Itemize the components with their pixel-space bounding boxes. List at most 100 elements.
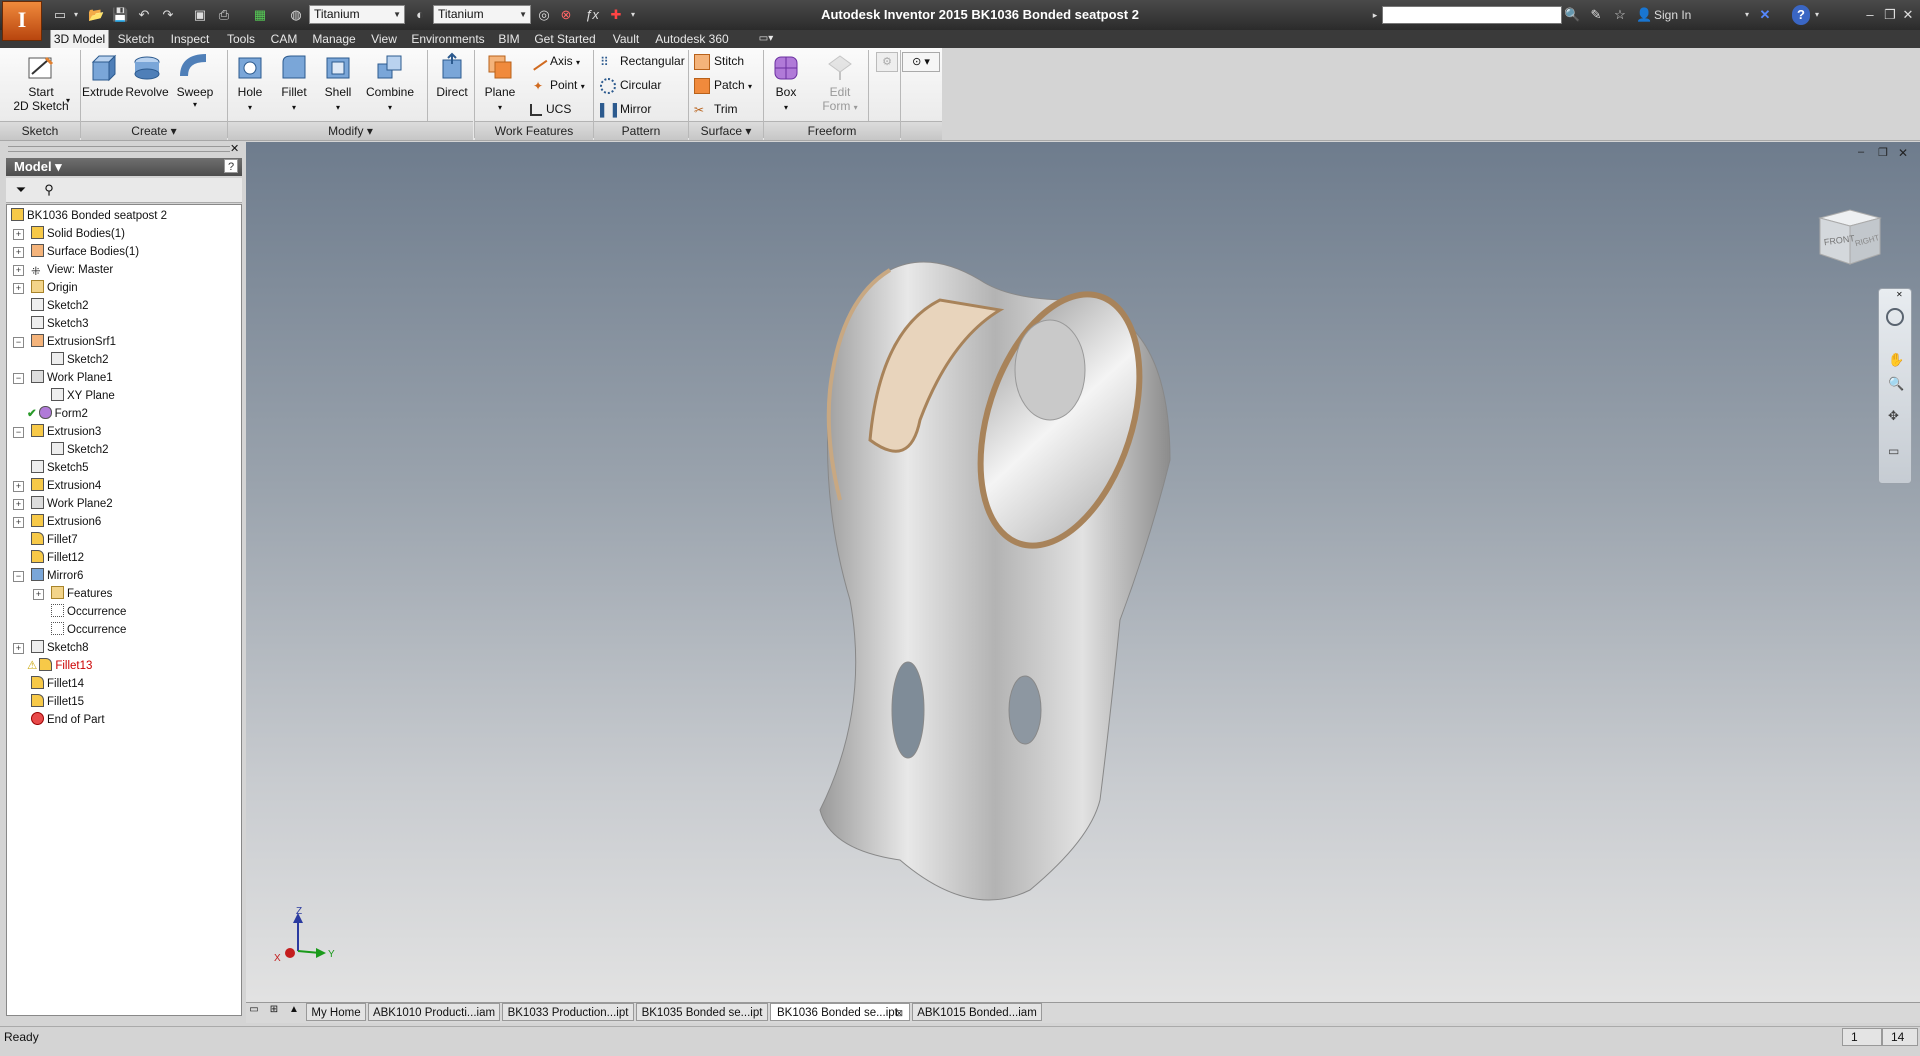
ucs-button[interactable]: UCS [530, 99, 596, 119]
tree-node-view-master[interactable]: ⁜ View: Master [31, 261, 113, 279]
tree-node-occurrence[interactable]: Occurrence [51, 603, 126, 621]
viewcube[interactable]: FRONT RIGHT [1812, 194, 1888, 270]
help-dropdown-icon[interactable]: ▾ [1812, 5, 1822, 25]
tree-node-xy-plane[interactable]: XY Plane [51, 387, 115, 405]
browser-header[interactable]: Model ▾ [6, 158, 242, 176]
sign-in-dropdown-icon[interactable]: ▾ [1742, 5, 1752, 25]
direct-edit-button[interactable]: Direct [432, 50, 472, 116]
exchange-apps-icon[interactable]: ✕ [1756, 5, 1774, 25]
expand-icon[interactable]: + [13, 283, 24, 294]
axis-button[interactable]: Axis ▾ [528, 51, 596, 71]
expand-icon[interactable]: + [33, 589, 44, 600]
tree-node-mirror[interactable]: Mirror6 [31, 567, 83, 585]
close-tab-icon[interactable]: ⊠ [895, 1004, 903, 1022]
find-binoculars-icon[interactable]: ⚲ [40, 181, 58, 199]
update-icon[interactable]: ▣ [192, 5, 208, 25]
fx-parameters-icon[interactable]: ƒx [584, 5, 600, 25]
tab-bim[interactable]: BIM [494, 30, 524, 48]
orbit-icon[interactable]: ✥ [1888, 408, 1899, 424]
restore-icon[interactable]: ❐ [1882, 5, 1898, 25]
tree-node-sketch[interactable]: Sketch2 [51, 441, 109, 459]
mirror-button[interactable]: ▌▐ Mirror [600, 99, 686, 119]
subscription-icon[interactable]: ✎ [1588, 5, 1604, 25]
navbar-close-icon[interactable]: ✕ [1896, 290, 1903, 299]
collapse-icon[interactable]: − [13, 373, 24, 384]
panel-create-header[interactable]: Create ▾ [81, 121, 227, 140]
viewport-restore-icon[interactable]: ❐ [1878, 146, 1888, 159]
appearance-icon[interactable]: ◐ [412, 5, 428, 25]
convert-icon[interactable]: ⚙ [876, 52, 898, 72]
viewport-minimize-icon[interactable]: – [1858, 146, 1864, 158]
freeform-box-button[interactable]: Box ▾ [766, 50, 806, 116]
create-more-dropdown-icon[interactable]: ▾ [193, 100, 197, 109]
zoom-icon[interactable]: 🔍 [1888, 376, 1904, 392]
tab-get-started[interactable]: Get Started [532, 30, 598, 48]
tree-node-fillet[interactable]: Fillet14 [31, 675, 84, 693]
panel-options-dropdown-icon[interactable]: ⊙ ▾ [902, 52, 940, 72]
extrude-button[interactable]: Extrude [82, 50, 123, 116]
panel-surface-header[interactable]: Surface ▾ [689, 121, 763, 140]
close-window-icon[interactable]: ✕ [1900, 5, 1916, 25]
adjust-appearance-icon[interactable]: ◎ [536, 5, 552, 25]
new-dropdown-icon[interactable]: ▾ [72, 5, 80, 25]
tab-autodesk-360[interactable]: Autodesk 360 [654, 30, 730, 48]
plane-button[interactable]: Plane ▾ [478, 50, 522, 116]
tree-node-fillet[interactable]: Fillet15 [31, 693, 84, 711]
tile-vertical-icon[interactable]: ⊞ [266, 1004, 282, 1020]
tree-node-extrusion[interactable]: Extrusion4 [31, 477, 101, 495]
filter-icon[interactable]: ⏷ [12, 181, 30, 199]
tree-node-origin[interactable]: Origin [31, 279, 78, 297]
open-documents-icon[interactable]: ▲ [286, 1004, 302, 1020]
tab-tools[interactable]: Tools [222, 30, 260, 48]
expand-icon[interactable]: + [13, 643, 24, 654]
sign-in-link[interactable]: Sign In [1654, 5, 1714, 25]
expand-icon[interactable]: + [13, 481, 24, 492]
browser-help-icon[interactable]: ? [224, 159, 238, 173]
tree-node-work-plane[interactable]: Work Plane1 [31, 369, 113, 387]
steering-wheel-icon[interactable] [1886, 308, 1904, 326]
save-icon[interactable]: 💾 [112, 5, 128, 25]
tree-node-features[interactable]: Features [51, 585, 112, 603]
collapse-icon[interactable]: − [13, 571, 24, 582]
tab-3d-model[interactable]: 3D Model [50, 30, 109, 48]
doc-tab[interactable]: ABK1015 Bonded...iam [912, 1003, 1042, 1021]
open-folder-icon[interactable]: 📂 [88, 5, 104, 25]
revolve-button[interactable]: Revolve [124, 50, 170, 116]
circular-pattern-button[interactable]: Circular [600, 75, 686, 95]
doc-tab[interactable]: BK1033 Production...ipt [502, 1003, 634, 1021]
tile-horizontal-icon[interactable]: ▭ [246, 1004, 262, 1020]
tab-cam[interactable]: CAM [266, 30, 302, 48]
patch-button[interactable]: Patch ▾ [694, 75, 760, 95]
doc-tab-active[interactable]: BK1036 Bonded se...ipt ⊠ [770, 1003, 910, 1021]
tab-sketch[interactable]: Sketch [113, 30, 159, 48]
tab-inspect[interactable]: Inspect [166, 30, 214, 48]
close-browser-icon[interactable]: ✕ [230, 142, 242, 155]
tree-node-fillet[interactable]: Fillet12 [31, 549, 84, 567]
tree-node-surface-bodies[interactable]: Surface Bodies(1) [31, 243, 139, 261]
undo-icon[interactable]: ↶ [136, 5, 152, 25]
expand-icon[interactable]: + [13, 265, 24, 276]
search-binoculars-icon[interactable]: 🔍 [1564, 5, 1580, 25]
sketch-dropdown-icon[interactable]: ▾ [66, 96, 70, 105]
start-2d-sketch-button[interactable]: Start 2D Sketch [10, 50, 72, 116]
tree-node-sketch[interactable]: Sketch2 [51, 351, 109, 369]
doc-tab-my-home[interactable]: My Home [306, 1003, 366, 1021]
tab-vault[interactable]: Vault [606, 30, 646, 48]
new-file-icon[interactable]: ▭ [52, 5, 68, 25]
print-icon[interactable]: ⎙ [216, 5, 232, 25]
favorites-star-icon[interactable]: ☆ [1612, 5, 1628, 25]
hole-button[interactable]: Hole ▾ [232, 50, 268, 116]
tree-node-form[interactable]: ✔ Form2 [27, 405, 88, 423]
edit-form-button[interactable]: Edit Form ▾ [818, 50, 862, 116]
doc-tab[interactable]: BK1035 Bonded se...ipt [636, 1003, 768, 1021]
shell-button[interactable]: Shell ▾ [320, 50, 356, 116]
pan-icon[interactable]: ✋ [1888, 352, 1904, 368]
tab-view[interactable]: View [366, 30, 402, 48]
expand-icon[interactable]: + [13, 517, 24, 528]
search-expand-icon[interactable]: ▸ [1370, 5, 1380, 25]
tree-node-part[interactable]: BK1036 Bonded seatpost 2 [11, 207, 167, 225]
look-at-icon[interactable]: ▭ [1888, 444, 1899, 458]
application-menu-button[interactable]: I [2, 1, 42, 41]
tree-node-fillet-error[interactable]: ⚠ Fillet13 [27, 657, 92, 675]
minimize-icon[interactable]: – [1862, 5, 1878, 25]
